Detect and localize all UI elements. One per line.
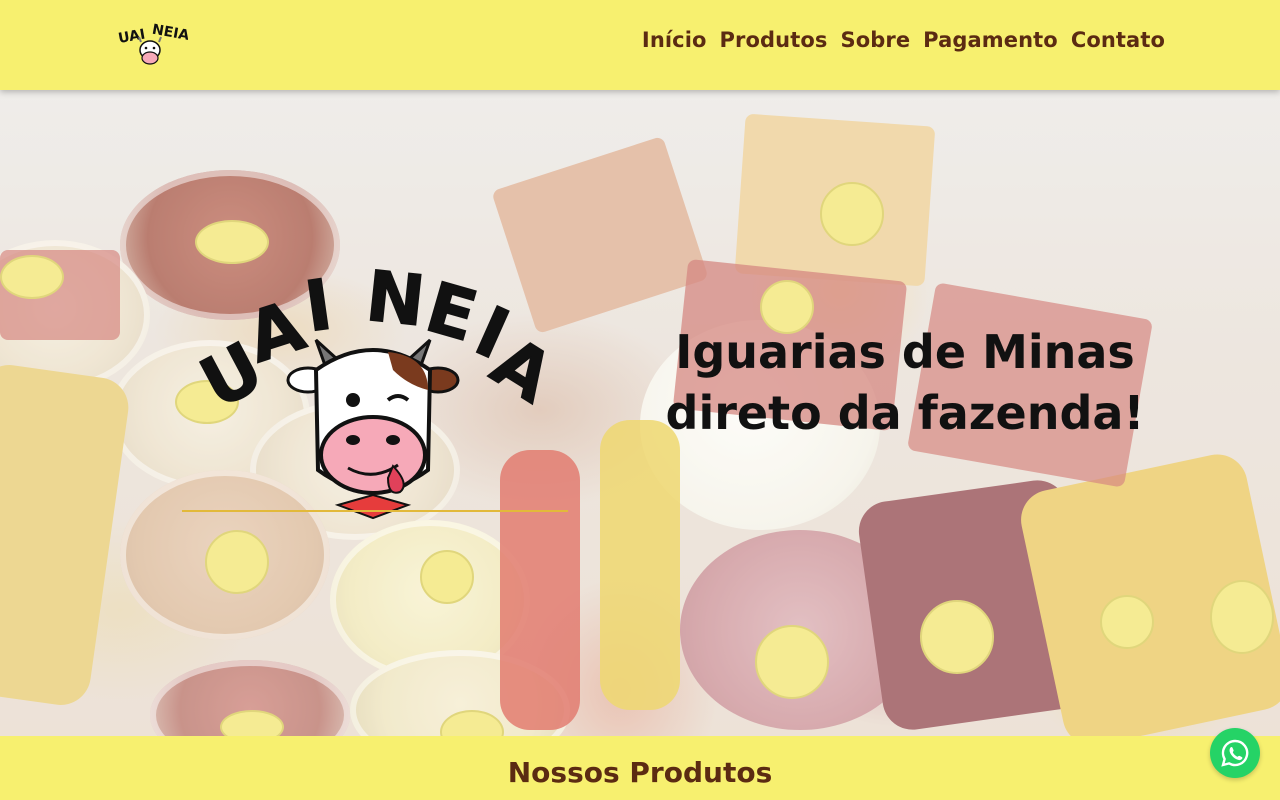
nav-contato[interactable]: Contato bbox=[1071, 28, 1165, 52]
hero-headline: Iguarias de Minas direto da fazenda! bbox=[660, 322, 1150, 444]
svg-text:NEIA: NEIA bbox=[151, 22, 188, 44]
doce-container bbox=[0, 250, 120, 340]
product-tub bbox=[150, 660, 350, 736]
product-label bbox=[0, 255, 64, 299]
nav-pagamento[interactable]: Pagamento bbox=[923, 28, 1058, 52]
sausage-coil bbox=[680, 530, 920, 730]
nav-sobre[interactable]: Sobre bbox=[840, 28, 910, 52]
nav-produtos[interactable]: Produtos bbox=[720, 28, 828, 52]
product-tub bbox=[350, 650, 570, 736]
product-label bbox=[220, 710, 284, 736]
nav-inicio[interactable]: Início bbox=[642, 28, 707, 52]
whatsapp-button[interactable] bbox=[1210, 728, 1260, 778]
product-label bbox=[1100, 595, 1154, 649]
cow-mascot-icon bbox=[286, 338, 460, 520]
product-label bbox=[420, 550, 474, 604]
hero-logo-underline bbox=[182, 510, 568, 512]
product-label bbox=[920, 600, 994, 674]
site-header: UAI NEIA Início Produtos Sobre Pagamento… bbox=[0, 0, 1280, 90]
svg-text:I: I bbox=[300, 263, 337, 348]
pepper-bottle bbox=[600, 420, 680, 710]
hero-title-line2: direto da fazenda! bbox=[665, 386, 1145, 440]
product-label bbox=[820, 182, 884, 246]
brand-logo[interactable]: UAI NEIA bbox=[116, 20, 188, 70]
hero-brand-logo: U A I N E I A bbox=[188, 260, 568, 520]
product-label bbox=[755, 625, 829, 699]
meat-pack bbox=[855, 476, 1095, 734]
product-tub bbox=[330, 520, 530, 680]
main-nav: Início Produtos Sobre Pagamento Contato bbox=[642, 28, 1165, 52]
farofa-pack bbox=[1015, 448, 1280, 736]
product-label bbox=[195, 220, 269, 264]
hero-banner: U A I N E I A Iguarias de Minas direto d… bbox=[0, 90, 1280, 736]
product-tub bbox=[0, 240, 150, 390]
product-label bbox=[440, 710, 504, 736]
product-block-doce bbox=[734, 113, 936, 287]
products-section-title: Nossos Produtos bbox=[507, 756, 773, 789]
svg-text:N: N bbox=[362, 260, 429, 343]
products-section: Nossos Produtos bbox=[0, 736, 1280, 800]
hero-title-line1: Iguarias de Minas bbox=[675, 325, 1135, 379]
whatsapp-icon bbox=[1221, 739, 1249, 767]
product-label bbox=[205, 530, 269, 594]
farofa-pack bbox=[0, 361, 133, 709]
product-label bbox=[1210, 580, 1274, 654]
